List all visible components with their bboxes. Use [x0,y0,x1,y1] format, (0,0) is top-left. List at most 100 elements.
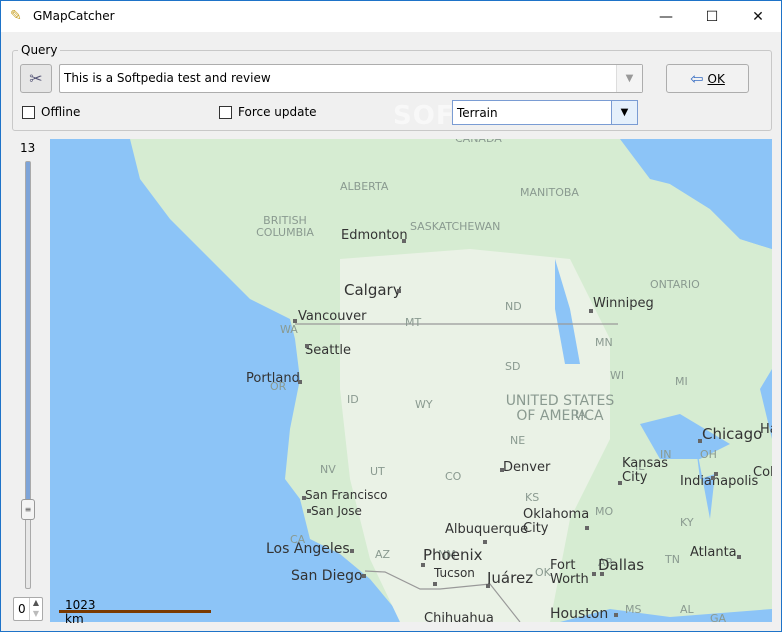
city-label: San Francisco [305,488,388,502]
map-view[interactable]: CANADA ALBERTA MANITOBA BRITISH COLUMBIA SAS… [50,139,772,622]
region-label: UNITED STATES OF AMERICA [505,393,615,425]
city-label: Houston [550,606,609,622]
force-update-label: Force update [238,105,317,119]
city-label: Chihuahua [424,611,494,622]
city-marker [589,309,593,313]
region-label: BRITISH COLUMBIA [256,214,314,240]
city-label: Tucson [434,566,475,580]
region-label: ALBERTA [340,180,389,193]
city-label: Edmonton [341,228,408,243]
region-label: KY [680,516,694,529]
city-label: Chicago [702,425,763,443]
city-marker [298,380,302,384]
minimize-button[interactable]: — [643,1,689,32]
city-marker [402,239,406,243]
city-label: Winnipeg [593,296,654,311]
offline-checkbox[interactable]: Offline [22,105,80,119]
query-group-label: Query [18,43,61,57]
enter-arrow-icon: ⇦ [690,69,704,88]
spin-value: 0 [18,602,26,616]
region-label: IA [575,408,586,421]
region-label: AZ [375,548,391,561]
city-marker [307,509,311,513]
region-label: WY [415,398,433,411]
region-label: UT [370,465,385,478]
city-marker [305,344,309,348]
city-label: San Diego [291,568,363,584]
chevron-down-icon[interactable]: ▼ [611,101,637,124]
scale-bar-line [59,610,211,613]
city-label: Calgary [344,281,402,299]
title-bar: ✎ GMapCatcher — ☐ ✕ [1,1,781,32]
force-update-checkbox[interactable]: Force update [219,105,317,119]
city-label: Col [753,465,772,480]
region-label: GA [710,612,727,622]
app-icon: ✎ [10,8,22,24]
spin-up-icon[interactable]: ▲ [29,598,42,609]
city-marker [350,549,354,553]
zoom-level-label: 13 [20,141,36,155]
region-label: ID [347,393,359,406]
zoom-slider-handle[interactable]: ≡ [21,499,35,520]
city-marker [433,582,437,586]
region-label: MS [625,603,642,616]
city-label: Seattle [305,343,352,358]
city-marker [421,563,425,567]
tools-button[interactable]: ✂ [20,64,52,93]
map-type-select[interactable]: Terrain ▼ [452,100,638,125]
zoom-spinbox[interactable]: 0 ▲ ▼ [13,597,43,621]
city-marker [698,439,702,443]
region-label: WA [280,323,298,336]
chevron-down-icon[interactable]: ▼ [616,65,642,92]
city-label: Los Angeles [266,541,350,557]
city-label: Juárez [487,569,534,587]
query-combobox[interactable]: ▼ [59,64,643,93]
maximize-button[interactable]: ☐ [689,1,735,32]
spin-down-icon[interactable]: ▼ [29,609,42,620]
city-label: Vancouver [298,309,367,324]
map-type-value: Terrain [457,106,498,120]
region-label: MT [405,316,422,329]
city-marker [737,555,741,559]
region-label: MANITOBA [520,186,579,199]
city-label: Dallas [598,556,645,574]
city-marker [486,584,490,588]
region-label: OK [535,566,551,579]
force-update-check-box[interactable] [219,105,232,119]
city-label: Ha [760,422,772,437]
city-label: Indianapolis [680,474,759,489]
city-marker [500,468,504,472]
region-label: KS [525,491,540,504]
city-marker [618,481,622,485]
city-marker [293,319,297,323]
city-label: San Jose [311,504,362,518]
region-label: SD [505,360,521,373]
region-label: CANADA [455,139,502,145]
city-label: Oklahoma City [523,507,590,537]
region-label: ND [505,300,522,313]
offline-label: Offline [41,105,81,119]
city-label: Albuquerque [445,522,529,537]
region-label: CO [445,470,462,483]
window-title: GMapCatcher [33,9,115,23]
city-label: Atlanta [690,545,737,560]
city-marker [711,476,715,480]
region-label: NV [320,463,336,476]
region-label: MN [595,336,613,349]
city-marker [600,572,604,576]
ok-button[interactable]: ⇦ OK [666,64,749,93]
map-terrain [130,139,772,622]
query-input[interactable] [64,71,609,85]
region-label: AL [680,603,694,616]
city-marker [483,540,487,544]
city-label: Portland [246,371,300,386]
region-label: OH [700,448,717,461]
city-label: Phoenix [423,546,483,564]
close-button[interactable]: ✕ [735,1,781,32]
region-label: MI [675,375,688,388]
ok-label: OK [707,71,725,86]
region-label: SASKATCHEWAN [410,220,501,233]
city-marker [362,574,366,578]
offline-check-box[interactable] [22,105,35,119]
region-label: WI [610,369,625,382]
